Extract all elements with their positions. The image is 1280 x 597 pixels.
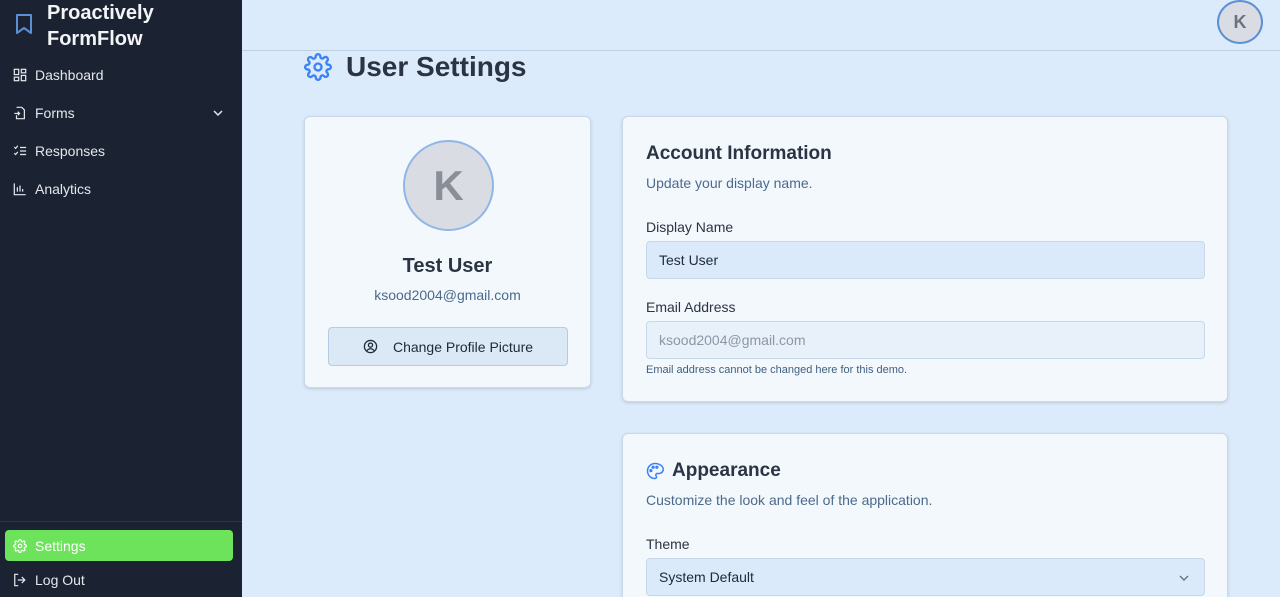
appearance-card-subtitle: Customize the look and feel of the appli…	[646, 492, 933, 508]
sidebar-item-responses[interactable]: Responses	[0, 132, 242, 170]
display-name-input[interactable]: Test User	[646, 241, 1205, 279]
settings-label: Settings	[35, 537, 86, 554]
appearance-title-text: Appearance	[672, 460, 781, 481]
email-help-text: Email address cannot be changed here for…	[646, 364, 908, 376]
change-profile-picture-button[interactable]: Change Profile Picture	[328, 327, 568, 366]
sidebar-item-label: Dashboard	[35, 67, 104, 83]
appearance-card-title: Appearance	[646, 460, 781, 482]
file-import-icon	[14, 106, 25, 120]
sidebar-item-logout[interactable]: Log Out	[0, 565, 242, 595]
gear-icon	[13, 538, 27, 553]
display-name-label: Display Name	[646, 219, 734, 235]
brand[interactable]: Proactively FormFlow	[12, 0, 154, 52]
logout-icon	[14, 573, 26, 587]
header-avatar[interactable]: K	[1217, 0, 1263, 44]
theme-label: Theme	[646, 536, 690, 552]
profile-name: Test User	[402, 255, 493, 277]
palette-icon	[646, 462, 664, 480]
logout-label: Log Out	[35, 572, 85, 588]
sidebar: Proactively FormFlow Dashboard Forms Res…	[0, 0, 242, 597]
theme-select-value: System Default	[659, 569, 754, 585]
sidebar-item-dashboard[interactable]: Dashboard	[0, 56, 242, 94]
brand-name-line1: Proactively	[47, 2, 154, 24]
sidebar-nav: Dashboard Forms Responses Analytics	[0, 56, 242, 208]
dashboard-grid-icon	[13, 68, 27, 82]
gear-icon	[304, 53, 332, 81]
email-address-label: Email Address	[646, 299, 736, 315]
sidebar-item-analytics[interactable]: Analytics	[0, 170, 242, 208]
change-profile-picture-label: Change Profile Picture	[392, 338, 534, 355]
list-checks-icon	[13, 145, 27, 156]
appearance-card: Appearance Customize the look and feel o…	[622, 433, 1228, 597]
chevron-down-icon[interactable]	[212, 107, 224, 119]
theme-select[interactable]: System Default	[646, 558, 1205, 596]
account-card-subtitle: Update your display name.	[646, 175, 813, 191]
account-card-title: Account Information	[646, 143, 832, 164]
sidebar-divider	[0, 521, 242, 522]
bar-chart-icon	[13, 183, 26, 196]
brand-name-line2: FormFlow	[47, 28, 143, 50]
sidebar-item-label: Analytics	[35, 181, 92, 197]
profile-avatar: K	[403, 140, 494, 231]
user-circle-icon	[363, 339, 378, 354]
email-field: ksood2004@gmail.com	[646, 321, 1205, 359]
sidebar-item-forms[interactable]: Forms	[0, 94, 242, 132]
profile-email: ksood2004@gmail.com	[374, 287, 521, 303]
sidebar-item-label: Responses	[35, 143, 106, 159]
sidebar-item-settings[interactable]: Settings	[5, 530, 233, 561]
page-title: User Settings	[346, 51, 527, 82]
top-header: K	[242, 0, 1280, 51]
page-title-row: User Settings	[304, 51, 527, 83]
chevron-down-icon	[1179, 575, 1189, 581]
account-information-card: Account Information Update your display …	[622, 116, 1228, 402]
profile-card: K Test User ksood2004@gmail.com Change P…	[304, 116, 591, 388]
sidebar-item-label: Forms	[35, 105, 75, 121]
book-logo-icon	[16, 14, 32, 34]
